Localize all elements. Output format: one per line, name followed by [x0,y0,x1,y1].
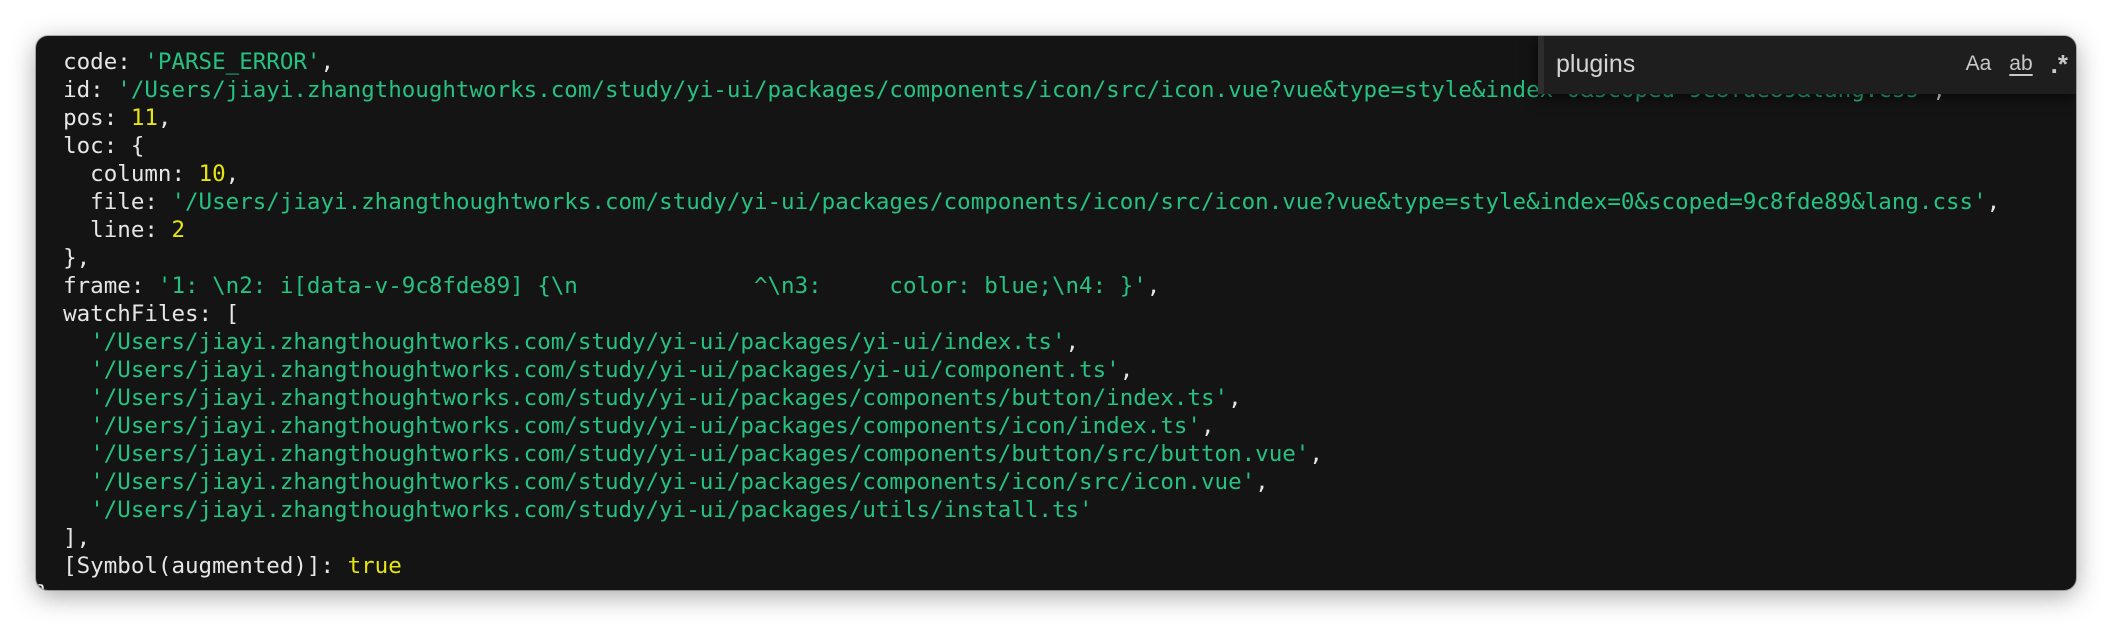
terminal-line: '/Users/jiayi.zhangthoughtworks.com/stud… [90,385,1242,411]
match-whole-word-toggle[interactable]: ab [2009,46,2032,82]
terminal-line: '/Users/jiayi.zhangthoughtworks.com/stud… [90,469,1269,495]
terminal-line: ], [36,525,91,551]
terminal-line: file: '/Users/jiayi.zhangthoughtworks.co… [36,189,2001,215]
terminal-line: } [36,580,2076,590]
terminal-line: '/Users/jiayi.zhangthoughtworks.com/stud… [90,329,1080,355]
regex-toggle[interactable]: .* [2051,46,2068,82]
terminal-line: pos: 11, [36,105,172,131]
terminal-line: [Symbol(augmented)]: true [36,553,402,579]
terminal-line: column: 10, [36,161,240,187]
terminal-line: '/Users/jiayi.zhangthoughtworks.com/stud… [90,357,1134,383]
terminal-line: watchFiles: [ [36,301,240,327]
terminal-line: '/Users/jiayi.zhangthoughtworks.com/stud… [90,497,1093,523]
terminal-output[interactable]: code: 'PARSE_ERROR', id: '/Users/jiayi.z… [36,36,2076,590]
find-widget[interactable]: plugins Aa ab .* [1538,36,2076,94]
terminal-lines: code: 'PARSE_ERROR', id: '/Users/jiayi.z… [36,48,2076,590]
terminal-line: '/Users/jiayi.zhangthoughtworks.com/stud… [90,441,1323,467]
match-case-toggle[interactable]: Aa [1966,46,1992,82]
terminal-line: frame: '1: \n2: i[data-v-9c8fde89] {\n ^… [36,273,1161,299]
terminal-line: line: 2 [36,217,186,243]
terminal-line: loc: { [36,133,145,159]
terminal-line: }, [36,245,91,271]
terminal-line: '/Users/jiayi.zhangthoughtworks.com/stud… [90,413,1215,439]
find-options: Aa ab .* [1966,46,2068,82]
